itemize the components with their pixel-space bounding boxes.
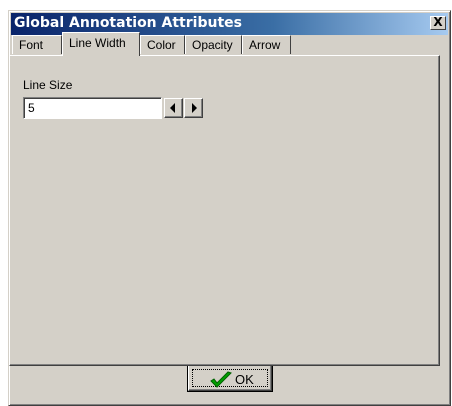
tab-font[interactable]: Font (12, 35, 62, 54)
check-icon (210, 371, 232, 388)
tab-panel-line-width: Line Size 5 (9, 55, 440, 366)
tab-color[interactable]: Color (140, 35, 185, 54)
tab-opacity-label: Opacity (192, 38, 233, 52)
arrow-right-icon (192, 103, 197, 113)
ok-button[interactable]: OK (187, 364, 273, 392)
line-size-input[interactable]: 5 (23, 97, 162, 119)
tab-line-width-label: Line Width (69, 36, 126, 50)
arrow-left-icon (170, 103, 175, 113)
tab-opacity[interactable]: Opacity (185, 35, 242, 54)
ok-label: OK (235, 372, 254, 387)
increment-button[interactable] (184, 98, 203, 118)
tab-font-label: Font (19, 38, 44, 52)
line-size-label: Line Size (23, 78, 73, 92)
window-title: Global Annotation Attributes (14, 15, 242, 31)
ok-button-face: OK (188, 365, 272, 391)
close-icon: X (433, 15, 443, 29)
tab-line-width[interactable]: Line Width (62, 32, 140, 56)
tab-arrow[interactable]: Arrow (242, 35, 291, 54)
tab-arrow-label: Arrow (249, 38, 281, 52)
close-button[interactable]: X (430, 16, 446, 30)
decrement-button[interactable] (164, 98, 183, 118)
tab-color-label: Color (147, 38, 176, 52)
